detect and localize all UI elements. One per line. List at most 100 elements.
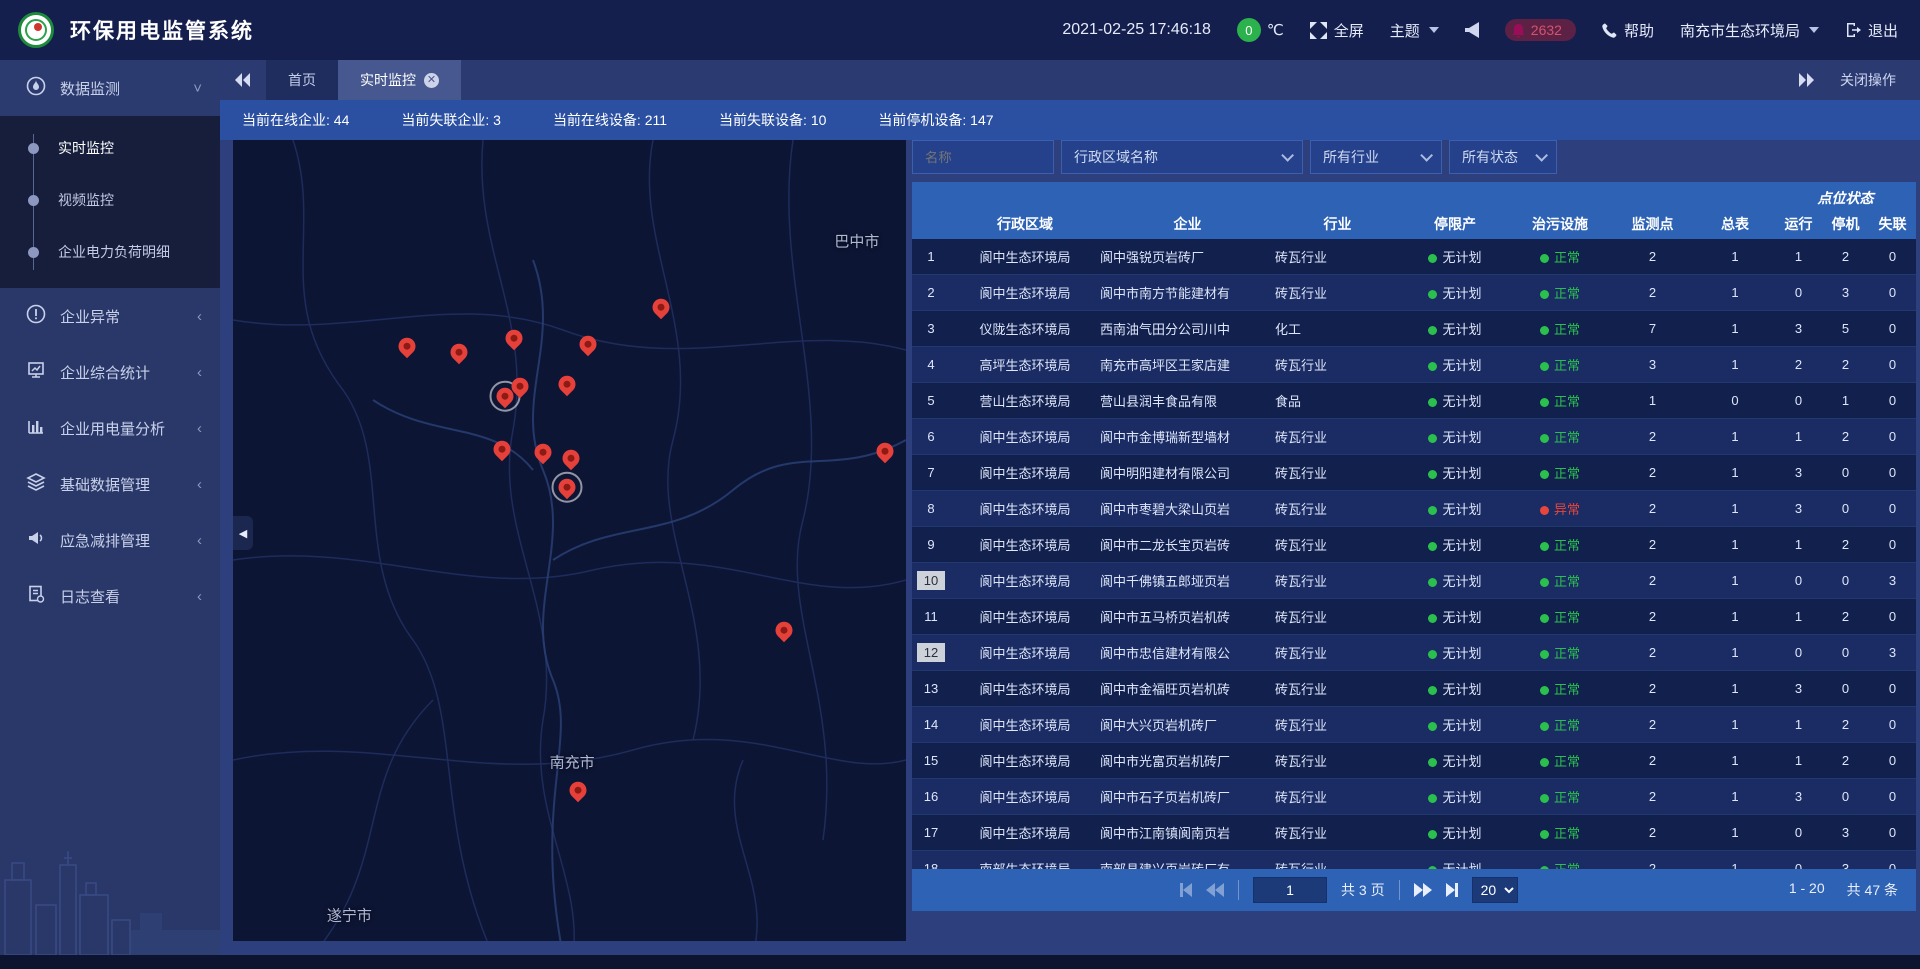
map-pin-icon[interactable] (490, 437, 514, 461)
cell-index: 5 (912, 383, 950, 418)
cell-points: 2 (1610, 285, 1695, 300)
sidebar: 数据监测˅ 实时监控视频监控企业电力负荷明细企业异常‹企业综合统计‹企业用电量分析… (0, 60, 220, 955)
map-pin-icon[interactable] (559, 446, 583, 470)
table-row[interactable]: 15阆中生态环境局阆中市光富页岩机砖厂砖瓦行业无计划正常21120 (912, 743, 1916, 779)
table-row[interactable]: 12阆中生态环境局阆中市忠信建材有限公砖瓦行业无计划正常21003 (912, 635, 1916, 671)
table-row[interactable]: 17阆中生态环境局阆中市江南镇阆南页岩砖瓦行业无计划正常21030 (912, 815, 1916, 851)
temperature: 0 ℃ (1237, 18, 1284, 42)
page-size-select[interactable]: 20 (1472, 877, 1518, 903)
table-row[interactable]: 5营山生态环境局营山县润丰食品有限食品无计划正常10010 (912, 383, 1916, 419)
sidebar-item-label: 数据监测 (60, 78, 120, 99)
page-number-input[interactable] (1253, 877, 1327, 903)
industry-select[interactable]: 所有行业 (1310, 140, 1442, 174)
map-pin-icon[interactable] (531, 440, 555, 464)
cell-halt: 1 (1822, 393, 1869, 408)
sidebar-item-2[interactable]: 企业综合统计‹ (0, 344, 220, 400)
cell-stop-status: 无计划 (1400, 463, 1510, 482)
map-pin-icon[interactable] (873, 439, 897, 463)
table-row[interactable]: 18南部生态环境局南部县建兴页岩砖厂有砖瓦行业无计划正常21030 (912, 851, 1916, 869)
tab-实时监控[interactable]: 实时监控✕ (338, 60, 461, 100)
cell-lost: 0 (1869, 753, 1916, 768)
cell-run: 0 (1775, 285, 1822, 300)
cell-meters: 1 (1695, 465, 1775, 480)
sidebar-item-4[interactable]: 基础数据管理‹ (0, 456, 220, 512)
sidebar-subitem[interactable]: 企业电力负荷明细 (0, 226, 220, 278)
sidebar-item-3[interactable]: 企业用电量分析‹ (0, 400, 220, 456)
cell-region: 阆中生态环境局 (950, 499, 1100, 518)
table-row[interactable]: 4高坪生态环境局南充市高坪区王家店建砖瓦行业无计划正常31220 (912, 347, 1916, 383)
next-page-button[interactable] (1414, 883, 1432, 897)
first-page-button[interactable] (1180, 883, 1192, 897)
cell-industry: 砖瓦行业 (1275, 283, 1400, 302)
prev-page-button[interactable] (1206, 883, 1224, 897)
cell-company: 南充市高坪区王家店建 (1100, 355, 1275, 374)
stat-item: 当前在线设备: 211 (553, 110, 667, 130)
table-row[interactable]: 3仪陇生态环境局西南油气田分公司川中化工无计划正常71350 (912, 311, 1916, 347)
region-select[interactable]: 行政区域名称 (1061, 140, 1303, 174)
cell-region: 高坪生态环境局 (950, 355, 1100, 374)
cell-industry: 砖瓦行业 (1275, 787, 1400, 806)
table-row[interactable]: 2阆中生态环境局阆中市南方节能建材有砖瓦行业无计划正常21030 (912, 275, 1916, 311)
cell-halt: 2 (1822, 753, 1869, 768)
table-row[interactable]: 6阆中生态环境局阆中市金博瑞新型墙材砖瓦行业无计划正常21120 (912, 419, 1916, 455)
org-menu[interactable]: 南充市生态环境局 (1680, 20, 1819, 41)
map-pin-icon[interactable] (555, 475, 579, 499)
close-operations-button[interactable]: 关闭操作 (1840, 70, 1896, 90)
fullscreen-button[interactable]: 全屏 (1310, 20, 1364, 41)
cell-stop-status: 无计划 (1400, 859, 1510, 869)
map-pin-icon[interactable] (566, 778, 590, 802)
mute-button[interactable] (1465, 22, 1479, 38)
notifications-badge[interactable]: 2632 (1505, 19, 1576, 41)
status-select[interactable]: 所有状态 (1449, 140, 1557, 174)
map-pin-icon[interactable] (555, 372, 579, 396)
cell-halt: 2 (1822, 609, 1869, 624)
sidebar-subitem[interactable]: 视频监控 (0, 174, 220, 226)
table-row[interactable]: 11阆中生态环境局阆中市五马桥页岩机砖砖瓦行业无计划正常21120 (912, 599, 1916, 635)
table-row[interactable]: 7阆中生态环境局阆中明阳建材有限公司砖瓦行业无计划正常21300 (912, 455, 1916, 491)
status-dot-icon (1540, 542, 1549, 551)
status-dot-icon (1540, 614, 1549, 623)
map-pin-icon[interactable] (395, 334, 419, 358)
cell-company: 阆中明阳建材有限公司 (1100, 463, 1275, 482)
cell-company: 阆中大兴页岩机砖厂 (1100, 715, 1275, 734)
map-panel[interactable]: ◀ 巴中市南充市遂宁市 (233, 140, 906, 941)
cell-run: 0 (1775, 861, 1822, 869)
cell-lost: 0 (1869, 501, 1916, 516)
logout-button[interactable]: 退出 (1845, 20, 1898, 41)
map-pin-icon[interactable] (502, 326, 526, 350)
cell-meters: 1 (1695, 825, 1775, 840)
cell-lost: 0 (1869, 609, 1916, 624)
table-row[interactable]: 8阆中生态环境局阆中市枣碧大梁山页岩砖瓦行业无计划异常21300 (912, 491, 1916, 527)
cell-meters: 1 (1695, 357, 1775, 372)
name-search-input[interactable] (912, 140, 1054, 174)
sidebar-item-5[interactable]: 应急减排管理‹ (0, 512, 220, 568)
sidebar-item-1[interactable]: 企业异常‹ (0, 288, 220, 344)
theme-menu[interactable]: 主题 (1390, 20, 1439, 41)
sidebar-item-0[interactable]: 数据监测˅ (0, 60, 220, 116)
tab-close-icon[interactable]: ✕ (424, 73, 439, 88)
tab-首页[interactable]: 首页 (266, 60, 338, 100)
double-chevron-right-icon[interactable] (1798, 73, 1814, 87)
table-row[interactable]: 10阆中生态环境局阆中千佛镇五郎垭页岩砖瓦行业无计划正常21003 (912, 563, 1916, 599)
cell-stop-status: 无计划 (1400, 535, 1510, 554)
tabs-scroll-left-button[interactable] (220, 60, 266, 100)
region-select-value: 行政区域名称 (1074, 147, 1158, 167)
cell-meters: 1 (1695, 573, 1775, 588)
sidebar-subitem[interactable]: 实时监控 (0, 122, 220, 174)
table-row[interactable]: 13阆中生态环境局阆中市金福旺页岩机砖砖瓦行业无计划正常21300 (912, 671, 1916, 707)
map-pin-icon[interactable] (447, 341, 471, 365)
table-row[interactable]: 14阆中生态环境局阆中大兴页岩机砖厂砖瓦行业无计划正常21120 (912, 707, 1916, 743)
map-collapse-toggle[interactable]: ◀ (233, 516, 253, 550)
map-pin-icon[interactable] (771, 618, 795, 642)
cell-industry: 砖瓦行业 (1275, 571, 1400, 590)
help-button[interactable]: 帮助 (1602, 20, 1654, 41)
last-page-button[interactable] (1446, 883, 1458, 897)
cell-run: 1 (1775, 717, 1822, 732)
table-row[interactable]: 9阆中生态环境局阆中市二龙长宝页岩砖砖瓦行业无计划正常21120 (912, 527, 1916, 563)
map-pin-icon[interactable] (576, 332, 600, 356)
cell-stop-status: 无计划 (1400, 427, 1510, 446)
table-row[interactable]: 1阆中生态环境局阆中强锐页岩砖厂砖瓦行业无计划正常21120 (912, 239, 1916, 275)
sidebar-item-6[interactable]: 日志查看‹ (0, 568, 220, 624)
map-pin-icon[interactable] (649, 295, 673, 319)
table-row[interactable]: 16阆中生态环境局阆中市石子页岩机砖厂砖瓦行业无计划正常21300 (912, 779, 1916, 815)
